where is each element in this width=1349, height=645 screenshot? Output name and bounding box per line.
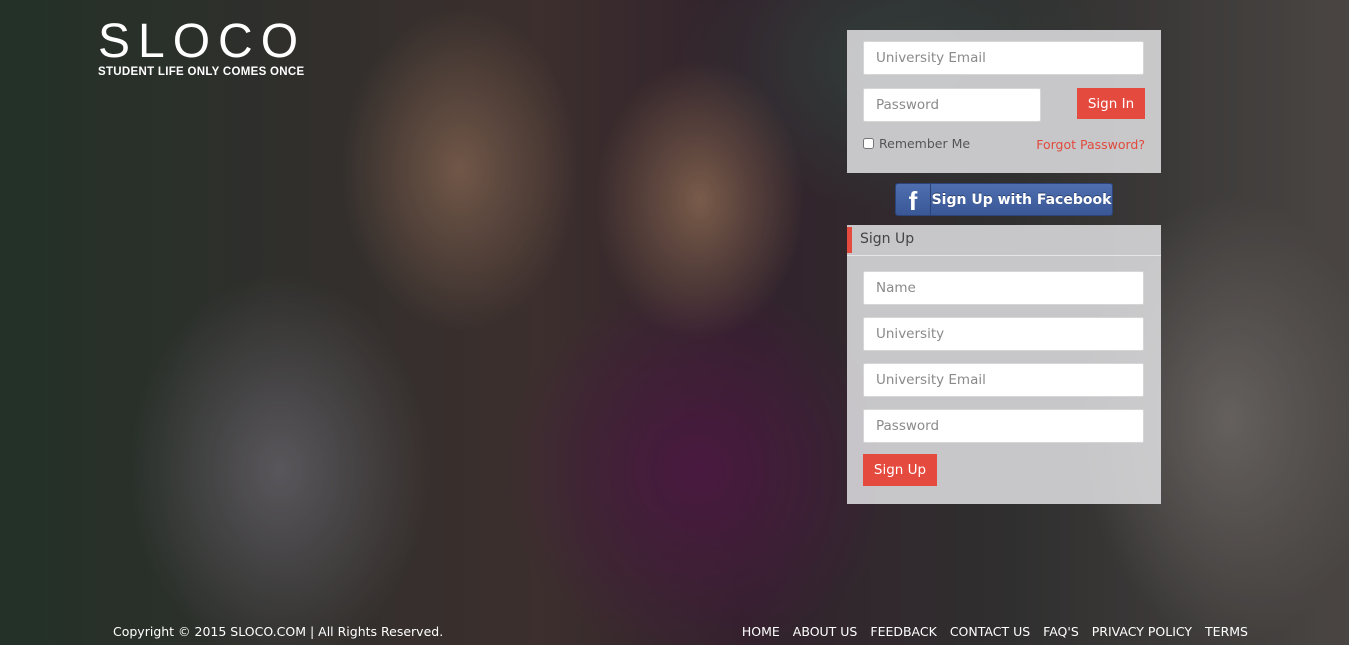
sign-in-button[interactable]: Sign In [1077,88,1145,119]
facebook-signup-label: Sign Up with Facebook [931,191,1112,208]
login-email-input[interactable] [863,41,1144,75]
remember-me[interactable]: Remember Me [863,136,970,151]
remember-me-label: Remember Me [879,136,971,151]
footer-nav: HOME ABOUT US FEEDBACK CONTACT US FAQ'S … [742,624,1248,639]
signup-accent-bar [847,227,852,253]
footer-link-about-us[interactable]: ABOUT US [793,624,858,639]
footer-link-terms[interactable]: TERMS [1205,624,1248,639]
login-panel: Sign In Remember Me Forgot Password? [847,30,1161,173]
footer-link-contact-us[interactable]: CONTACT US [950,624,1030,639]
footer-link-home[interactable]: HOME [742,624,780,639]
site-logo[interactable]: SLOCO STUDENT LIFE ONLY COMES ONCE [98,15,307,79]
footer-link-feedback[interactable]: FEEDBACK [870,624,936,639]
login-password-input[interactable] [863,88,1041,122]
remember-me-checkbox[interactable] [863,138,874,149]
logo-tagline: STUDENT LIFE ONLY COMES ONCE [98,66,305,78]
footer-link-privacy-policy[interactable]: PRIVACY POLICY [1092,624,1192,639]
facebook-icon: f [896,184,931,215]
signup-panel: Sign Up Sign Up [847,225,1161,504]
sign-up-button[interactable]: Sign Up [863,454,937,486]
landing-page: SLOCO STUDENT LIFE ONLY COMES ONCE Sign … [0,0,1349,645]
signup-university-input[interactable] [863,317,1144,351]
signup-password-input[interactable] [863,409,1144,443]
signup-header: Sign Up [847,225,1161,256]
footer-copyright: Copyright © 2015 SLOCO.COM | All Rights … [113,624,444,639]
footer-link-faqs[interactable]: FAQ'S [1043,624,1079,639]
signup-email-input[interactable] [863,363,1144,397]
logo-title: SLOCO [98,15,307,68]
facebook-signup-button[interactable]: f Sign Up with Facebook [895,183,1113,216]
signup-title: Sign Up [860,231,915,247]
signup-name-input[interactable] [863,271,1144,305]
forgot-password-link[interactable]: Forgot Password? [1036,137,1145,152]
